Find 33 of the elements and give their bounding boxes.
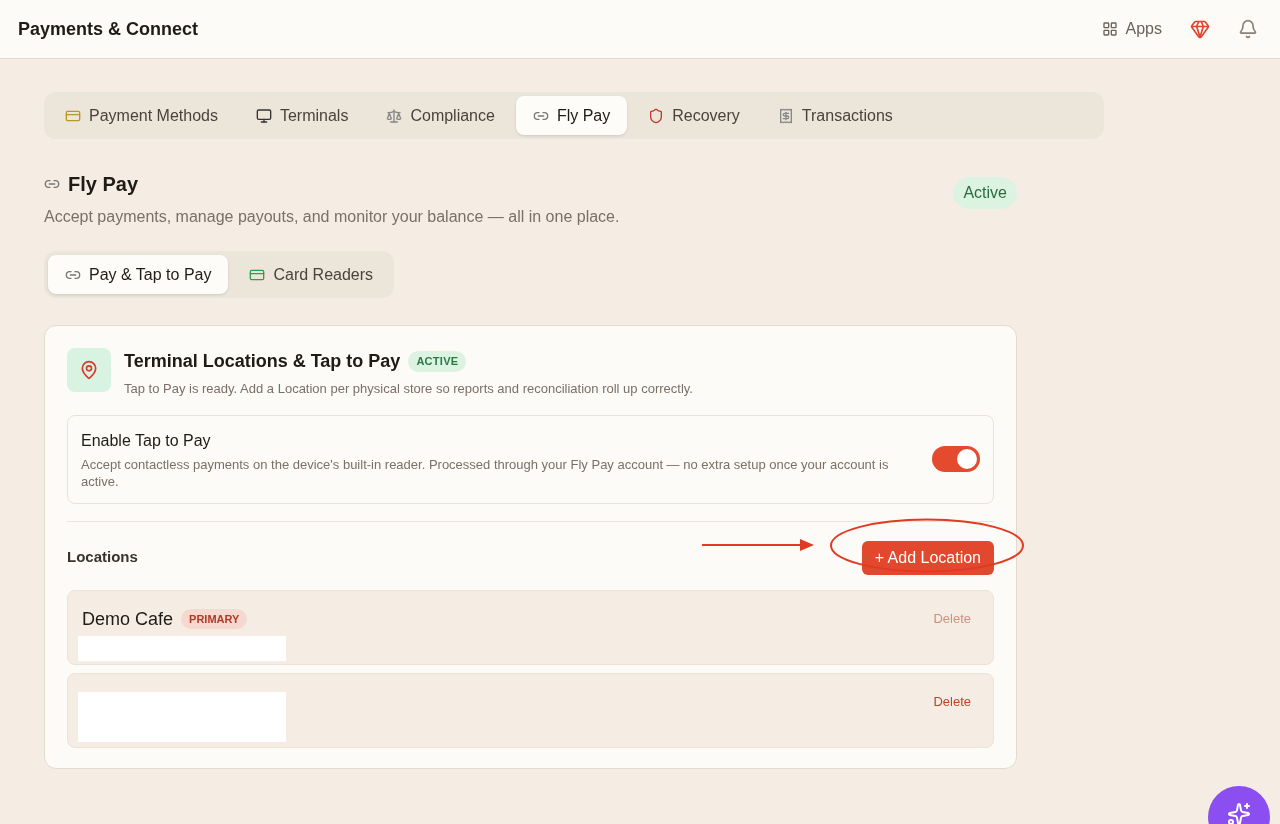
active-badge: ACTIVE (408, 351, 467, 372)
delete-button[interactable]: Delete (933, 691, 971, 711)
card-subtitle: Tap to Pay is ready. Add a Location per physical store so reports and reconciliation roll up correctly. (124, 380, 693, 398)
section-title: Fly Pay (68, 172, 139, 197)
toggle-switch[interactable] (932, 446, 980, 472)
primary-badge: PRIMARY (181, 608, 248, 630)
scales-icon (386, 107, 403, 124)
apps-button[interactable]: Apps (1101, 17, 1162, 41)
status-badge: Active (953, 177, 1017, 209)
setting-label: Enable Tap to Pay (81, 430, 212, 451)
sparkle-icon (1227, 802, 1251, 824)
section-description: Accept payments, manage payouts, and monitor your balance — all in one place. (44, 207, 620, 227)
locations-label: Locations (67, 547, 138, 568)
grid-icon (1101, 21, 1118, 37)
tab[interactable]: Terminals (238, 96, 366, 135)
gem-icon[interactable] (1190, 19, 1210, 39)
tab[interactable]: Compliance (369, 96, 512, 135)
pin-icon (67, 348, 111, 392)
shield-icon (648, 107, 665, 124)
tab[interactable]: Transactions (760, 96, 910, 135)
notifications-icon[interactable] (1238, 19, 1258, 39)
receipt-icon (777, 107, 794, 124)
page-title: Payments & Connect (18, 17, 199, 41)
card-title: Terminal Locations & Tap to Pay (124, 350, 401, 373)
setting-description: Accept contactless payments on the device's built-in reader. Processed through your Fly Pay account — no extra setup once your account is active. (81, 455, 890, 490)
sub-tab[interactable]: Card Readers (232, 255, 391, 294)
add-location-button[interactable]: + Add Location (861, 540, 994, 575)
tab[interactable]: Fly Pay (515, 96, 628, 135)
tab[interactable]: Payment Methods (48, 96, 235, 135)
sub-tab[interactable]: Pay & Tap to Pay (48, 255, 229, 294)
location-name: Demo Cafe (82, 607, 174, 631)
monitor-icon (255, 107, 272, 124)
tab[interactable]: Recovery (631, 96, 757, 135)
